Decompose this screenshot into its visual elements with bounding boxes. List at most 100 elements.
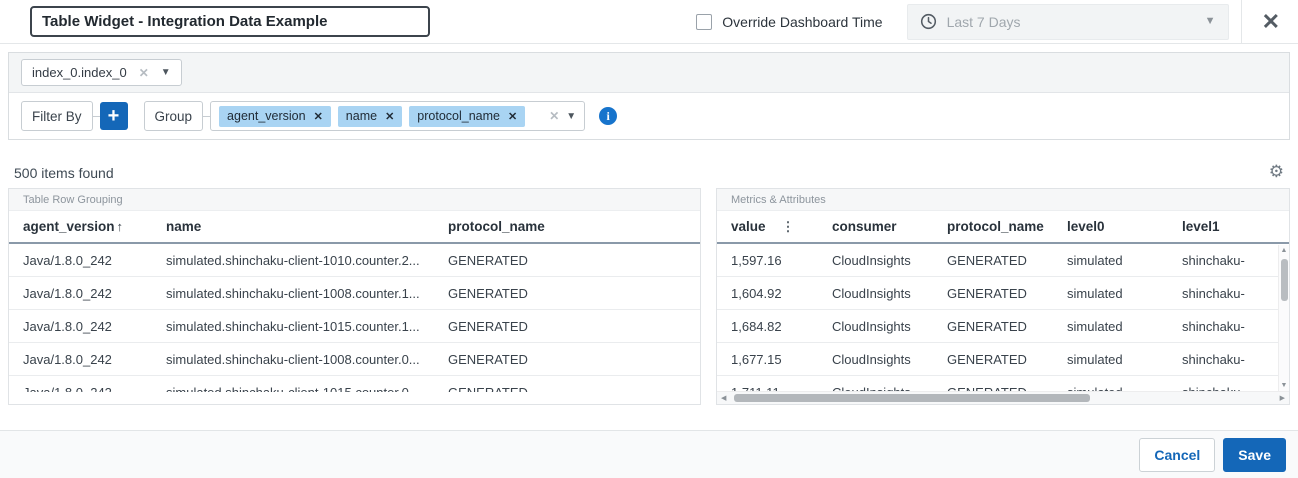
close-icon[interactable]: ✕ xyxy=(1256,11,1286,33)
query-index-value: index_0.index_0 xyxy=(32,65,127,80)
table-row[interactable]: Java/1.8.0_242simulated.shinchaku-client… xyxy=(9,310,700,343)
column-header-consumer[interactable]: consumer xyxy=(832,219,947,234)
table-row[interactable]: 1,711.11CloudInsightsGENERATEDsimulateds… xyxy=(717,376,1278,392)
table-cell-level0: simulated xyxy=(1067,286,1182,301)
column-header-protocol-name[interactable]: protocol_name xyxy=(947,219,1067,234)
column-header-value[interactable]: value ⋮ xyxy=(731,219,832,235)
table-cell-protocol-name2: GENERATED xyxy=(947,253,1067,268)
time-range-dropdown[interactable]: Last 7 Days ▼ xyxy=(907,4,1229,40)
table-cell-agent-version: Java/1.8.0_242 xyxy=(23,319,166,334)
horizontal-scrollbar[interactable]: ◀ ▶ xyxy=(717,391,1289,404)
table-cell-protocol-name: GENERATED xyxy=(448,286,700,301)
table-cell-level0: simulated xyxy=(1067,319,1182,334)
table-cell-level1: shinchaku- xyxy=(1182,319,1278,334)
group-chip[interactable]: name ✕ xyxy=(338,106,403,127)
table-row[interactable]: Java/1.8.0_242simulated.shinchaku-client… xyxy=(9,376,700,392)
items-found-count: 500 items found xyxy=(14,165,114,181)
scroll-left-icon[interactable]: ◀ xyxy=(721,393,726,404)
group-chip-label: protocol_name xyxy=(417,109,500,123)
filter-by-label: Filter By xyxy=(21,101,93,131)
table-cell-value: 1,677.15 xyxy=(731,352,832,367)
results-bar: 500 items found ⚙ xyxy=(0,164,1298,181)
column-header-protocol-name[interactable]: protocol_name xyxy=(448,219,700,234)
remove-chip-icon[interactable]: ✕ xyxy=(314,110,323,123)
gear-icon[interactable]: ⚙ xyxy=(1269,164,1284,181)
table-header-row: agent_version ↑ name protocol_name xyxy=(9,211,700,244)
table-cell-level1: shinchaku- xyxy=(1182,352,1278,367)
table-cell-name: simulated.shinchaku-client-1010.counter.… xyxy=(166,253,448,268)
results-table: Table Row Grouping agent_version ↑ name … xyxy=(8,188,1290,405)
query-panel: index_0.index_0 ✕ ▼ Filter By + Group ag… xyxy=(8,52,1290,140)
table-pane-metrics-attributes: Metrics & Attributes value ⋮ consumer pr… xyxy=(716,188,1290,405)
chevron-down-icon: ▼ xyxy=(161,67,171,78)
table-cell-protocol-name: GENERATED xyxy=(448,352,700,367)
table-cell-value: 1,684.82 xyxy=(731,319,832,334)
column-header-name[interactable]: name xyxy=(166,219,448,234)
table-cell-level1: shinchaku- xyxy=(1182,253,1278,268)
chevron-down-icon: ▼ xyxy=(566,111,576,122)
override-dashboard-time-checkbox[interactable] xyxy=(696,14,712,30)
table-row[interactable]: 1,597.16CloudInsightsGENERATEDsimulateds… xyxy=(717,244,1278,277)
table-row[interactable]: Java/1.8.0_242simulated.shinchaku-client… xyxy=(9,343,700,376)
table-cell-protocol-name2: GENERATED xyxy=(947,286,1067,301)
table-cell-name: simulated.shinchaku-client-1008.counter.… xyxy=(166,286,448,301)
table-pane-row-grouping: Table Row Grouping agent_version ↑ name … xyxy=(8,188,701,405)
dialog-footer: Cancel Save xyxy=(0,430,1298,478)
group-chip-label: agent_version xyxy=(227,109,306,123)
time-range-value: Last 7 Days xyxy=(947,14,1195,30)
table-cell-agent-version: Java/1.8.0_242 xyxy=(23,286,166,301)
sort-ascending-icon[interactable]: ↑ xyxy=(117,219,124,234)
remove-chip-icon[interactable]: ✕ xyxy=(508,110,517,123)
table-cell-consumer: CloudInsights xyxy=(832,286,947,301)
group-by-selector[interactable]: agent_version ✕ name ✕ protocol_name ✕ ✕… xyxy=(210,101,585,131)
connector-line xyxy=(93,116,100,117)
table-header-row: value ⋮ consumer protocol_name level0 le… xyxy=(717,211,1289,244)
kebab-menu-icon[interactable]: ⋮ xyxy=(782,219,795,235)
horizontal-scrollbar-thumb[interactable] xyxy=(734,394,1089,402)
save-button[interactable]: Save xyxy=(1223,438,1286,472)
table-cell-protocol-name: GENERATED xyxy=(448,253,700,268)
column-header-level1[interactable]: level1 xyxy=(1182,219,1289,234)
group-label: Group xyxy=(144,101,204,131)
table-cell-level0: simulated xyxy=(1067,253,1182,268)
table-body-right: 1,597.16CloudInsightsGENERATEDsimulateds… xyxy=(717,244,1278,392)
override-dashboard-time-label: Override Dashboard Time xyxy=(722,14,882,30)
table-cell-name: simulated.shinchaku-client-1015.counter.… xyxy=(166,319,448,334)
remove-chip-icon[interactable]: ✕ xyxy=(385,110,394,123)
table-cell-protocol-name2: GENERATED xyxy=(947,352,1067,367)
table-cell-level1: shinchaku- xyxy=(1182,286,1278,301)
table-cell-value: 1,604.92 xyxy=(731,286,832,301)
add-filter-button[interactable]: + xyxy=(100,102,128,130)
table-row[interactable]: Java/1.8.0_242simulated.shinchaku-client… xyxy=(9,244,700,277)
table-row[interactable]: 1,604.92CloudInsightsGENERATEDsimulateds… xyxy=(717,277,1278,310)
table-cell-protocol-name: GENERATED xyxy=(448,319,700,334)
query-index-dropdown[interactable]: index_0.index_0 ✕ ▼ xyxy=(21,59,182,86)
group-chip[interactable]: protocol_name ✕ xyxy=(409,106,525,127)
widget-editor-dialog: Override Dashboard Time Last 7 Days ▼ ✕ … xyxy=(0,0,1298,478)
table-row[interactable]: 1,677.15CloudInsightsGENERATEDsimulateds… xyxy=(717,343,1278,376)
override-dashboard-time-toggle[interactable]: Override Dashboard Time xyxy=(696,14,882,30)
group-header-table-row-grouping: Table Row Grouping xyxy=(9,189,700,211)
column-header-level0[interactable]: level0 xyxy=(1067,219,1182,234)
query-filter-row: Filter By + Group agent_version ✕ name ✕… xyxy=(9,93,1289,139)
clear-index-icon[interactable]: ✕ xyxy=(139,66,149,80)
widget-editor-header: Override Dashboard Time Last 7 Days ▼ ✕ xyxy=(0,0,1298,44)
table-row[interactable]: Java/1.8.0_242simulated.shinchaku-client… xyxy=(9,277,700,310)
table-cell-level0: simulated xyxy=(1067,352,1182,367)
cancel-button[interactable]: Cancel xyxy=(1139,438,1215,472)
table-cell-name: simulated.shinchaku-client-1015.counter.… xyxy=(166,385,448,393)
vertical-scrollbar[interactable]: ▲ ▼ xyxy=(1278,245,1289,391)
group-chip[interactable]: agent_version ✕ xyxy=(219,106,331,127)
table-cell-protocol-name2: GENERATED xyxy=(947,319,1067,334)
scroll-down-icon[interactable]: ▼ xyxy=(1281,380,1288,391)
info-icon[interactable]: i xyxy=(599,107,617,125)
scroll-up-icon[interactable]: ▲ xyxy=(1281,245,1288,256)
widget-title-input[interactable] xyxy=(30,6,430,37)
group-chip-label: name xyxy=(346,109,377,123)
clear-all-chips-icon[interactable]: ✕ xyxy=(549,109,559,123)
table-row[interactable]: 1,684.82CloudInsightsGENERATEDsimulateds… xyxy=(717,310,1278,343)
scroll-right-icon[interactable]: ▶ xyxy=(1280,393,1285,404)
table-cell-consumer: CloudInsights xyxy=(832,352,947,367)
column-header-agent-version[interactable]: agent_version ↑ xyxy=(23,219,166,234)
vertical-scrollbar-thumb[interactable] xyxy=(1281,259,1288,301)
